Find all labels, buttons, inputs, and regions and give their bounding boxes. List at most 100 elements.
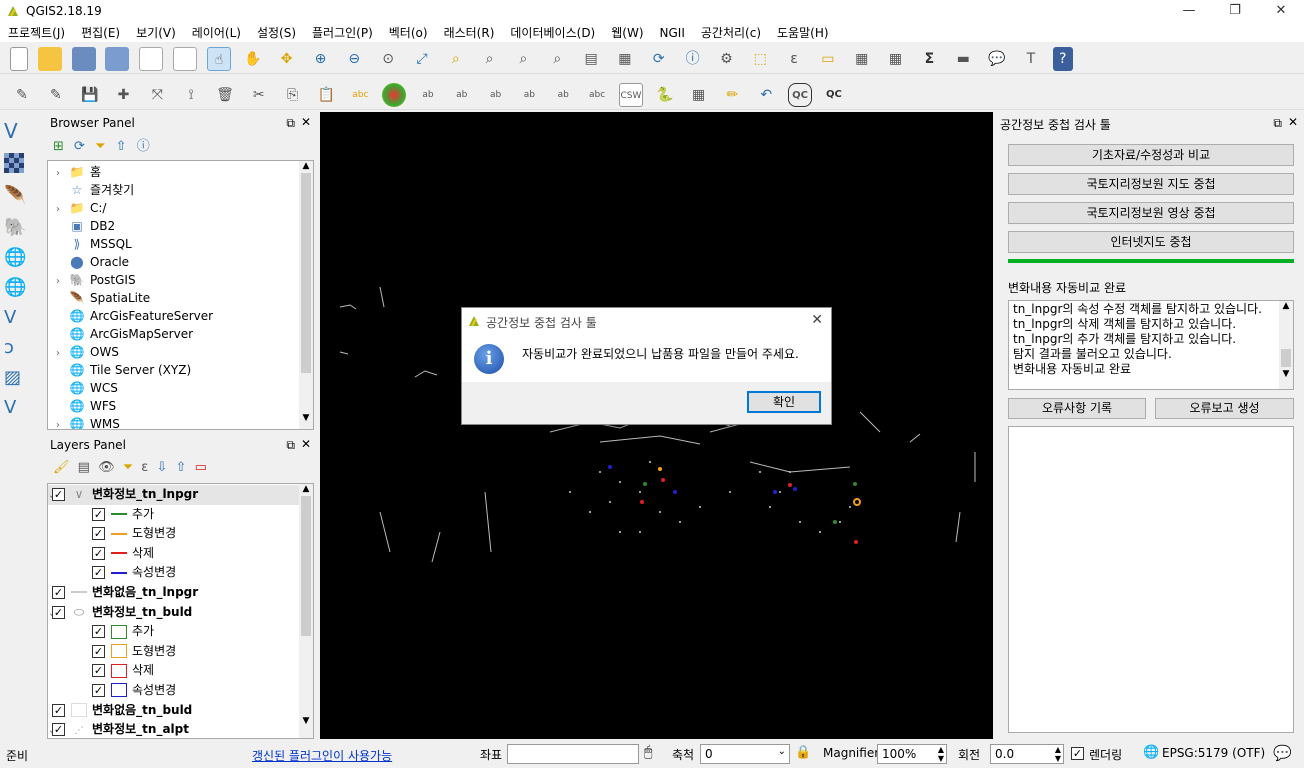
browser-item[interactable]: ▣ DB2 — [48, 217, 313, 235]
browser-item[interactable]: 🌐 ArcGisFeatureServer — [48, 307, 313, 325]
crs-label[interactable]: EPSG:5179 (OTF) — [1162, 746, 1265, 760]
layers-scrollbar[interactable]: ▲ ▼ — [299, 484, 313, 738]
lock-scale-icon[interactable]: 🔒 — [795, 745, 811, 760]
close-inspection-panel-icon[interactable]: ✕ — [1288, 115, 1298, 129]
show-bookmarks-icon[interactable]: ▦ — [613, 47, 637, 71]
layer-checkbox[interactable]: ✓ — [52, 585, 65, 599]
menu-item-6[interactable]: 벡터(o) — [381, 22, 436, 41]
float-layers-panel-icon[interactable]: ⧉ — [286, 438, 295, 453]
log-scrollbar[interactable]: ▲ ▼ — [1279, 301, 1293, 389]
deselect-icon[interactable]: ▭ — [816, 47, 840, 71]
layer-item[interactable]: ✓ 속성변경 — [48, 681, 313, 701]
menu-item-4[interactable]: 설정(S) — [249, 22, 304, 41]
menu-item-11[interactable]: 공간처리(c) — [693, 22, 769, 41]
save-as-icon[interactable]: ​ — [105, 47, 130, 71]
layer-item[interactable]: ✓ 도형변경 — [48, 524, 313, 544]
select-features-icon[interactable]: ⬚ — [748, 47, 772, 71]
layer-checkbox[interactable]: ✓ — [92, 546, 105, 560]
layer-item[interactable]: ✓ 속성변경 — [48, 563, 313, 583]
add-vector-layer-icon[interactable]: V — [4, 119, 18, 143]
layer-checkbox[interactable]: ✓ — [52, 703, 65, 717]
new-bookmark-icon[interactable]: ▤ — [579, 47, 603, 71]
layer-item[interactable]: ✓ 삭제 — [48, 661, 313, 681]
browser-item[interactable]: 🌐 Tile Server (XYZ) — [48, 361, 313, 379]
expand-arrow-icon[interactable]: › — [48, 417, 68, 429]
pan-icon[interactable]: ✋ — [241, 47, 265, 71]
paste-features-icon[interactable]: 📋 — [314, 83, 338, 107]
add-wms-layer-icon[interactable]: 🌐 — [4, 247, 26, 268]
cut-features-icon[interactable]: ✂ — [247, 83, 271, 107]
csw-icon[interactable]: CSW — [618, 83, 643, 107]
compare-base-button[interactable]: 기초자료/수정성과 비교 — [1008, 144, 1294, 166]
collapse-all-layers-icon[interactable]: ⇧ — [176, 460, 187, 475]
pan-to-selection-icon[interactable]: ✥ — [275, 47, 299, 71]
zoom-full-icon[interactable]: ⤢ — [410, 47, 434, 71]
browser-item[interactable]: › 📁 C:/ — [48, 199, 313, 217]
add-selected-icon[interactable]: ⊞ — [53, 139, 64, 154]
browser-item[interactable]: ⬤ Oracle — [48, 253, 313, 271]
maximize-button[interactable]: ❐ — [1212, 0, 1258, 22]
text-annotation-icon[interactable]: T — [1019, 47, 1043, 71]
new-project-icon[interactable]: ​ — [10, 47, 28, 71]
zoom-selection-icon[interactable]: ⌕ — [444, 47, 468, 71]
close-window-button[interactable]: ✕ — [1258, 0, 1304, 22]
layer-item[interactable]: ✓ 추가 — [48, 505, 313, 525]
attribute-table-icon[interactable]: ▦ — [850, 47, 874, 71]
copy-features-icon[interactable]: ⎘ — [281, 83, 305, 107]
refresh-icon[interactable]: ⟳ — [647, 47, 671, 71]
ok-button[interactable]: 확인 — [747, 391, 821, 413]
ngii-image-overlay-button[interactable]: 국토지리정보원 영상 중첩 — [1008, 202, 1294, 224]
layer-item[interactable]: ⌄ ✓⬭변화정보_tn_buld — [48, 603, 313, 623]
new-spatialite-icon[interactable]: V — [4, 397, 16, 418]
add-postgis-layer-icon[interactable]: 🐘 — [4, 217, 26, 238]
layer-labeling-icon[interactable]: ​ — [382, 83, 407, 107]
close-layers-panel-icon[interactable]: ✕ — [301, 437, 311, 451]
menu-item-8[interactable]: 데이터베이스(D) — [502, 22, 603, 41]
georeferencer-icon[interactable]: ▦ — [687, 83, 711, 107]
close-panel-icon[interactable]: ✕ — [301, 115, 311, 129]
filter-browser-icon[interactable]: ⏷ — [95, 139, 105, 154]
menu-item-0[interactable]: 프로젝트(J) — [0, 22, 73, 41]
add-delimited-text-icon[interactable]: ↄ — [4, 337, 14, 358]
python-console-icon[interactable]: 🐍 — [653, 83, 677, 107]
extents-toggle-icon[interactable]: 🖱 — [644, 744, 652, 760]
add-spatialite-layer-icon[interactable]: 🪶 — [4, 185, 26, 206]
rotation-spin-arrows-icon[interactable]: ▲ ▼ — [1055, 745, 1061, 763]
browser-item[interactable]: › 📁 홈 — [48, 163, 313, 181]
minimize-button[interactable]: — — [1166, 0, 1212, 22]
add-wfs-layer-icon[interactable]: 🌐 — [4, 277, 26, 298]
pan-touch-icon[interactable]: ☝ — [206, 47, 231, 71]
layer-checkbox[interactable]: ✓ — [52, 488, 65, 501]
field-calculator-icon[interactable]: ▦ — [884, 47, 908, 71]
undo-icon[interactable]: ↶ — [754, 83, 778, 107]
measure-icon[interactable]: ▬ — [951, 47, 975, 71]
menu-item-10[interactable]: NGII — [652, 24, 693, 40]
zoom-in-icon[interactable]: ⊕ — [308, 47, 332, 71]
layer-item[interactable]: ✓ 도형변경 — [48, 642, 313, 662]
layer-checkbox[interactable]: ✓ — [52, 723, 65, 737]
move-feature-icon[interactable]: ⤧ — [145, 83, 169, 107]
layer-checkbox[interactable]: ✓ — [92, 664, 105, 678]
browser-item[interactable]: 🪶 SpatiaLite — [48, 289, 313, 307]
messages-icon[interactable]: 💬 — [1273, 744, 1292, 762]
zoom-out-icon[interactable]: ⊖ — [342, 47, 366, 71]
save-edits-icon[interactable]: 💾 — [78, 83, 102, 107]
magnifier-spinbox[interactable]: 100% ▲ ▼ — [877, 744, 947, 764]
ngii-map-overlay-button[interactable]: 국토지리정보원 지도 중첩 — [1008, 173, 1294, 195]
error-record-button[interactable]: 오류사항 기록 — [1008, 398, 1146, 419]
remove-layer-icon[interactable]: ▭ — [195, 460, 207, 475]
layer-item[interactable]: ⌄ ✓∨변화정보_tn_lnpgr — [48, 485, 313, 505]
change-label-icon[interactable]: abc — [585, 83, 609, 107]
add-group-icon[interactable]: ▤ — [78, 460, 90, 475]
render-checkbox[interactable]: ✓ — [1071, 747, 1084, 760]
layer-item[interactable]: ⌄ ✓⋰변화정보_tn_alpt — [48, 720, 313, 738]
layer-item[interactable]: ✓ 추가 — [48, 622, 313, 642]
menu-item-12[interactable]: 도움말(H) — [769, 22, 837, 41]
layer-style-icon[interactable]: 🖌 — [53, 460, 70, 475]
labeling-icon[interactable]: abc — [348, 83, 372, 107]
save-project-icon[interactable]: ​ — [71, 47, 96, 71]
layer-checkbox[interactable]: ✓ — [92, 683, 105, 697]
layer-checkbox[interactable]: ✓ — [92, 566, 105, 580]
browser-item[interactable]: › 🐘 PostGIS — [48, 271, 313, 289]
zoom-last-icon[interactable]: ⌕ — [511, 47, 535, 71]
